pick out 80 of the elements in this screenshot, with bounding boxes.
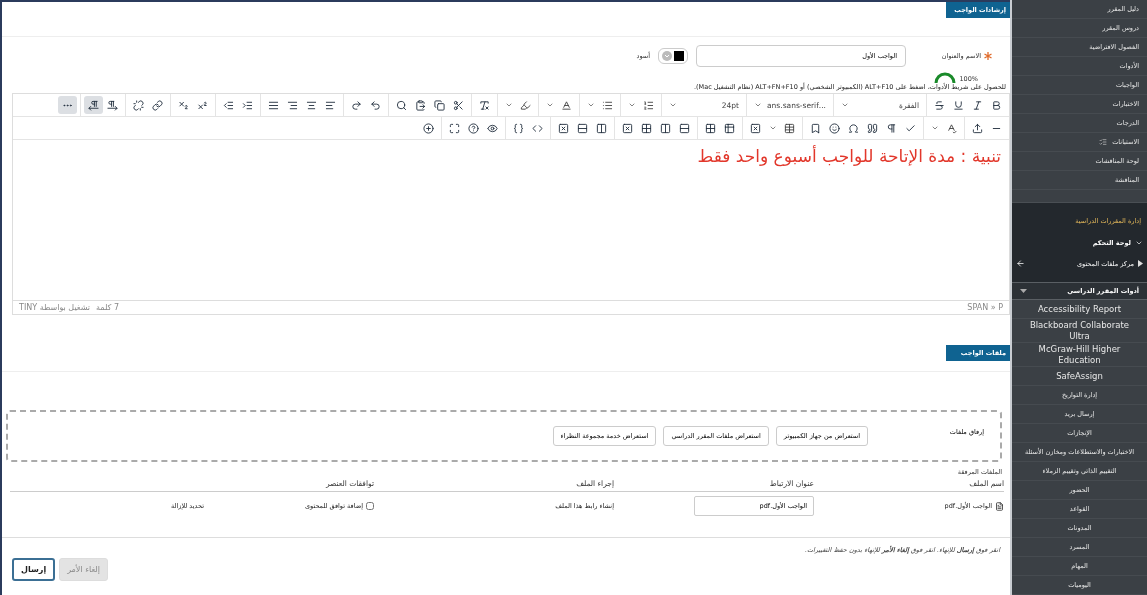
table-rows-icon[interactable] [679,122,690,134]
unlink-icon[interactable] [133,99,144,111]
chevron-down-icon[interactable] [546,101,554,109]
gauge-icon [933,71,958,83]
text-color-icon[interactable] [561,99,572,111]
strikethrough-icon[interactable] [934,99,945,111]
emoji-icon[interactable] [829,122,840,134]
survey-icon [1099,138,1108,146]
caret-icon [662,51,672,61]
insert-row-icon[interactable] [577,122,588,134]
undo-icon[interactable] [370,99,381,111]
submit-button[interactable]: إرسال [12,558,56,581]
element-path: SPAN » P [967,303,1003,312]
cut-icon[interactable] [453,99,464,111]
alignment-checkbox[interactable] [366,502,374,510]
list-icon[interactable] [643,99,654,111]
chevron-down-icon[interactable] [669,101,677,109]
table-grid-icon[interactable] [705,122,716,134]
chevron-down-icon[interactable] [769,124,777,132]
align-left-icon[interactable] [325,99,336,111]
indent-icon[interactable] [242,99,253,111]
chevron-down-icon[interactable] [754,101,762,109]
sidebar-item[interactable]: Blackboard Collaborate Ultra [1012,319,1147,343]
link-icon[interactable] [152,99,163,111]
sidebar-item[interactable]: SafeAssign [1012,367,1147,386]
search-icon[interactable] [396,99,407,111]
omega-icon[interactable] [848,122,859,134]
redo-icon[interactable] [351,99,362,111]
spellcheck-icon[interactable] [946,122,957,134]
upload-icon[interactable] [972,122,983,134]
bold-icon[interactable] [991,99,1002,111]
clear-formatting-icon[interactable] [479,99,490,111]
arrow-icon[interactable] [1016,259,1025,268]
fullscreen-icon[interactable] [449,122,460,134]
chevron-down-icon[interactable] [628,101,636,109]
delete-table-icon[interactable] [750,122,761,134]
chevron-down-icon[interactable] [931,124,939,132]
right-to-left-icon[interactable] [88,99,99,111]
table-icon[interactable] [724,122,735,134]
file-icon [995,501,1004,511]
table-delete-icon[interactable] [622,122,633,134]
sidebar-item[interactable]: Accessibility Report [1012,300,1147,319]
add-icon[interactable] [423,122,434,134]
chevron-down-icon[interactable] [505,101,513,109]
triangle-icon [1138,260,1143,267]
left-to-right-icon[interactable] [107,99,118,111]
word-count: 7 كلمة [96,303,120,312]
checkmark-icon[interactable] [905,122,916,134]
powered-by-text: تشغيل بواسطة TINY [19,303,91,312]
subscript-icon[interactable] [178,99,189,111]
braces-icon[interactable] [513,122,524,134]
right-to-left-button[interactable] [84,96,103,114]
underline-icon[interactable] [953,99,964,111]
code-icon[interactable] [532,122,543,134]
outdent-icon[interactable] [223,99,234,111]
quote-icon[interactable] [867,122,878,134]
help-icon[interactable] [468,122,479,134]
align-justify-icon[interactable] [268,99,279,111]
preview-icon[interactable] [487,122,498,134]
chevron-down-icon[interactable] [841,101,849,109]
italic-icon[interactable] [972,99,983,111]
insert-column-icon[interactable] [596,122,607,134]
superscript-icon[interactable] [197,99,208,111]
color-picker[interactable] [658,48,688,64]
align-right-icon[interactable] [287,99,298,111]
table-columns-icon[interactable] [660,122,671,134]
editor-text[interactable]: تنبية : مدة الإتاحة للواجب أسبوع واحد فقط [21,146,1001,166]
chevron-down-icon[interactable] [587,101,595,109]
bullet-list-icon[interactable] [602,99,613,111]
paste-icon[interactable] [415,99,426,111]
delete-cell-icon[interactable] [558,122,569,134]
copy-icon[interactable] [434,99,445,111]
table-cells-icon[interactable] [641,122,652,134]
caret-icon[interactable] [1020,289,1027,293]
pilcrow-icon[interactable] [886,122,897,134]
highlight-icon[interactable] [520,99,531,111]
bookmark-icon[interactable] [810,122,821,134]
align-center-icon[interactable] [306,99,317,111]
sidebar-item[interactable]: McGraw-Hill Higher Education [1012,343,1147,367]
table-icon[interactable] [784,122,795,134]
